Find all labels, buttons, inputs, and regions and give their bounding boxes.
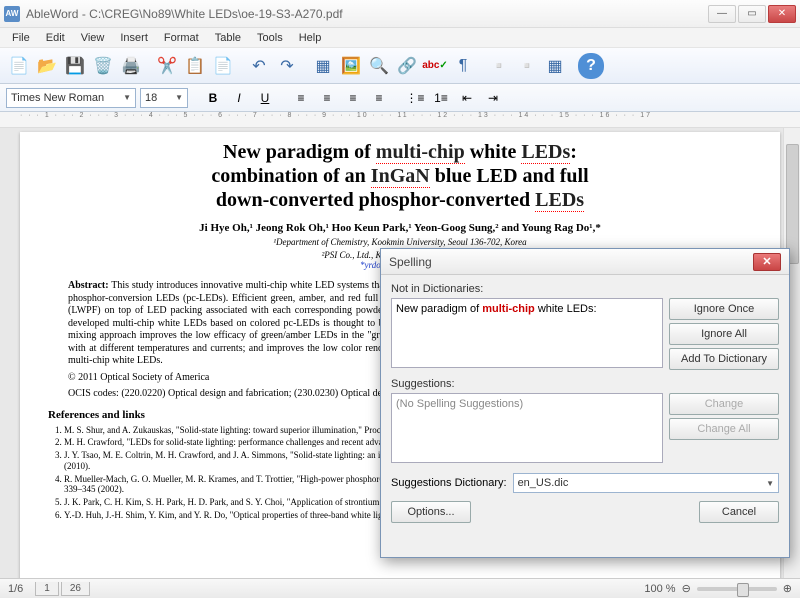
open-icon[interactable]: 📂 [34,53,60,79]
ignore-all-button[interactable]: Ignore All [669,323,779,345]
options-button[interactable]: Options... [391,501,471,523]
change-button: Change [669,393,779,415]
copy-icon[interactable]: 📋 [182,53,208,79]
add-to-dictionary-button[interactable]: Add To Dictionary [669,348,779,370]
zoom-in-icon[interactable]: ▫️ [514,53,540,79]
menu-file[interactable]: File [4,30,38,46]
menu-view[interactable]: View [73,30,113,46]
italic-button[interactable]: I [228,87,250,109]
menu-format[interactable]: Format [156,30,207,46]
outdent-button[interactable]: ⇤ [456,87,478,109]
find-icon[interactable]: 🔍 [366,53,392,79]
dialog-close-button[interactable]: ✕ [753,253,781,271]
menu-edit[interactable]: Edit [38,30,73,46]
zoom-in-button[interactable]: ⊕ [783,582,792,595]
app-icon: AW [4,6,20,22]
status-tab-1[interactable]: 1 [35,582,59,596]
affiliation-1: ¹Department of Chemistry, Kookmin Univer… [48,237,752,247]
pilcrow-icon[interactable]: ¶ [450,53,476,79]
paste-icon[interactable]: 📄 [210,53,236,79]
align-center-button[interactable]: ≡ [316,87,338,109]
zoom-out-button[interactable]: ⊖ [682,582,691,595]
delete-icon[interactable]: 🗑️ [90,53,116,79]
zoom-slider[interactable] [697,587,777,591]
dictionary-combo[interactable]: en_US.dic▼ [513,473,779,493]
suggestions-label: Suggestions: [391,378,779,390]
dialog-title: Spelling [389,255,753,269]
cut-icon[interactable]: ✂️ [154,53,180,79]
ruler: · · · 1 · · · 2 · · · 3 · · · 4 · · · 5 … [0,112,800,128]
spelling-dialog: Spelling ✕ Not in Dictionaries: New para… [380,248,790,558]
titlebar: AW AbleWord - C:\CREG\No89\White LEDs\oe… [0,0,800,28]
font-size-combo[interactable]: 18▼ [140,88,188,108]
suggestions-dict-label: Suggestions Dictionary: [391,477,507,489]
grid-icon[interactable]: ▦ [542,53,568,79]
numbering-button[interactable]: 1≡ [430,87,452,109]
suggestions-list[interactable]: (No Spelling Suggestions) [391,393,663,463]
align-left-button[interactable]: ≡ [290,87,312,109]
not-in-dict-text[interactable]: New paradigm of multi-chip white LEDs: [391,298,663,368]
new-icon[interactable]: 📄 [6,53,32,79]
menu-tools[interactable]: Tools [249,30,291,46]
image-icon[interactable]: 🖼️ [338,53,364,79]
menu-insert[interactable]: Insert [112,30,156,46]
page-indicator: 1/6 [8,583,23,595]
statusbar: 1/6 1 26 100 % ⊖ ⊕ [0,578,800,598]
change-all-button: Change All [669,418,779,440]
help-icon[interactable]: ? [578,53,604,79]
main-toolbar: 📄 📂 💾 🗑️ 🖨️ ✂️ 📋 📄 ↶ ↷ ▦ 🖼️ 🔍 🔗 abc✓ ¶ ▫… [0,48,800,84]
minimize-button[interactable]: — [708,5,736,23]
cancel-button[interactable]: Cancel [699,501,779,523]
print-icon[interactable]: 🖨️ [118,53,144,79]
menu-table[interactable]: Table [207,30,249,46]
save-icon[interactable]: 💾 [62,53,88,79]
scrollbar-thumb[interactable] [786,144,799,264]
dialog-titlebar: Spelling ✕ [381,249,789,275]
menu-help[interactable]: Help [291,30,330,46]
bold-button[interactable]: B [202,87,224,109]
link-icon[interactable]: 🔗 [394,53,420,79]
zoom-out-icon[interactable]: ▫️ [486,53,512,79]
align-justify-button[interactable]: ≡ [368,87,390,109]
indent-button[interactable]: ⇥ [482,87,504,109]
ignore-once-button[interactable]: Ignore Once [669,298,779,320]
not-in-dict-label: Not in Dictionaries: [391,283,779,295]
document-title: New paradigm of multi-chip white LEDs:co… [48,140,752,212]
font-combo[interactable]: Times New Roman▼ [6,88,136,108]
close-window-button[interactable]: ✕ [768,5,796,23]
align-right-button[interactable]: ≡ [342,87,364,109]
spellcheck-icon[interactable]: abc✓ [422,53,448,79]
underline-button[interactable]: U [254,87,276,109]
maximize-button[interactable]: ▭ [738,5,766,23]
redo-icon[interactable]: ↷ [274,53,300,79]
format-toolbar: Times New Roman▼ 18▼ B I U ≡ ≡ ≡ ≡ ⋮≡ 1≡… [0,84,800,112]
undo-icon[interactable]: ↶ [246,53,272,79]
bullets-button[interactable]: ⋮≡ [404,87,426,109]
authors: Ji Hye Oh,¹ Jeong Rok Oh,¹ Hoo Keun Park… [48,222,752,234]
menubar: File Edit View Insert Format Table Tools… [0,28,800,48]
zoom-value: 100 % [644,583,675,595]
window-title: AbleWord - C:\CREG\No89\White LEDs\oe-19… [26,7,708,21]
table-icon[interactable]: ▦ [310,53,336,79]
status-tab-2[interactable]: 26 [61,582,90,596]
